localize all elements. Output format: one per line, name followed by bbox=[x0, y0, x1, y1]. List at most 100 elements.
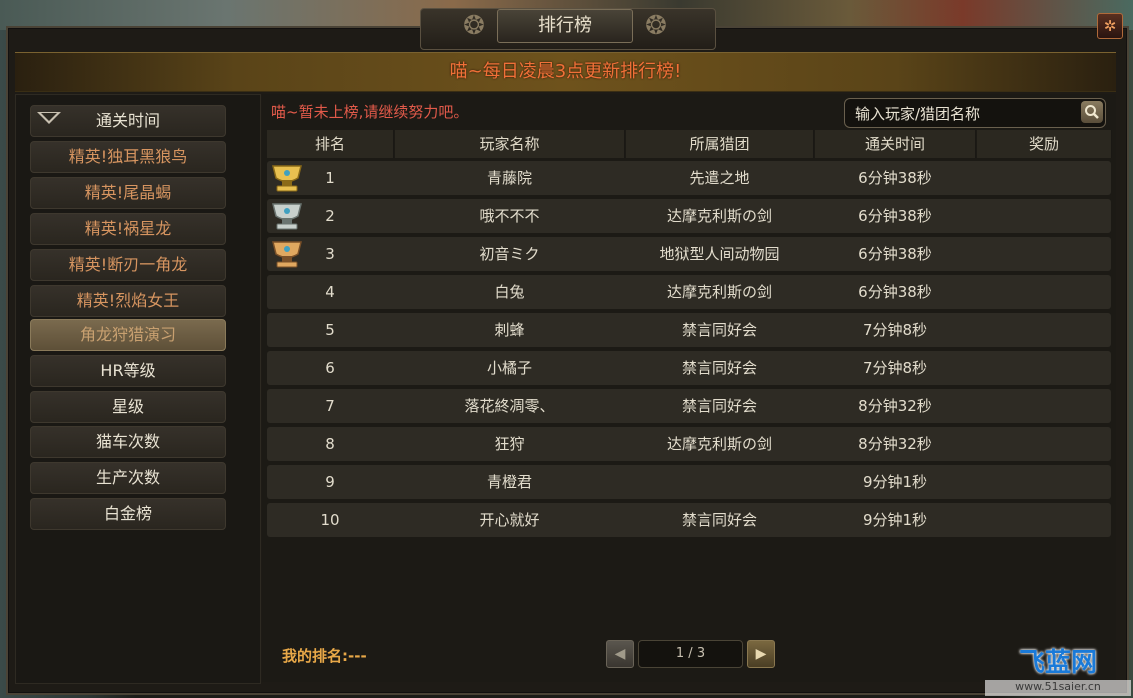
sidebar-item[interactable]: 白金榜 bbox=[30, 498, 226, 530]
cell-rank: 5 bbox=[325, 321, 335, 339]
cell-guild bbox=[626, 465, 813, 499]
sidebar-item-label: 通关时间 bbox=[95, 111, 160, 130]
sidebar-item[interactable]: 精英!烈焰女王 bbox=[30, 285, 226, 317]
cell-reward bbox=[977, 465, 1111, 499]
cell-rank: 4 bbox=[325, 283, 335, 301]
search-input[interactable] bbox=[853, 102, 1071, 126]
table-row[interactable]: 5 刺蜂 禁言同好会 7分钟8秒 bbox=[267, 313, 1111, 347]
watermark-url: www.51saier.cn bbox=[985, 680, 1131, 696]
cell-guild: 禁言同好会 bbox=[681, 511, 757, 529]
sidebar-item[interactable]: 生产次数 bbox=[30, 462, 226, 494]
sidebar-item-label: 精英!独耳黑狼鸟 bbox=[68, 147, 188, 166]
table-row[interactable]: 3 初音ミク 地狱型人间动物园 6分钟38秒 bbox=[267, 237, 1111, 271]
cell-player: 狂狩 bbox=[494, 435, 525, 453]
status-notice: 喵~暂未上榜,请继续努力吧。 bbox=[271, 103, 469, 121]
sidebar-item-label: 精英!烈焰女王 bbox=[76, 291, 180, 310]
sidebar-item[interactable]: HR等级 bbox=[30, 355, 226, 387]
cell-rank: 2 bbox=[325, 207, 335, 225]
my-rank: 我的排名:--- bbox=[282, 647, 367, 665]
cell-rank: 10 bbox=[320, 511, 340, 529]
cell-rank: 8 bbox=[325, 435, 335, 453]
cell-time: 8分钟32秒 bbox=[858, 397, 932, 415]
cell-rank: 3 bbox=[325, 245, 335, 263]
cell-reward bbox=[977, 161, 1111, 195]
ranking-panel: 喵~暂未上榜,请继续努力吧。 排名 玩家名称 所属猎团 通关时间 奖励 1 青藤院… bbox=[262, 94, 1116, 682]
column-header-guild: 所属猎团 bbox=[626, 130, 814, 158]
cell-time: 9分钟1秒 bbox=[862, 473, 928, 491]
cell-time: 9分钟1秒 bbox=[862, 511, 928, 529]
cell-guild: 达摩克利斯の剑 bbox=[666, 283, 772, 301]
table-row[interactable]: 2 哦不不不 达摩克利斯の剑 6分钟38秒 bbox=[267, 199, 1111, 233]
sidebar-item[interactable]: 精英!独耳黑狼鸟 bbox=[30, 141, 226, 173]
table-row[interactable]: 9 青橙君 9分钟1秒 bbox=[267, 465, 1111, 499]
sidebar-item[interactable]: 星级 bbox=[30, 391, 226, 423]
cell-player: 哦不不不 bbox=[479, 207, 540, 225]
sidebar-item-label: 生产次数 bbox=[95, 468, 160, 487]
cell-player: 初音ミク bbox=[479, 245, 540, 263]
table-row[interactable]: 4 白兔 达摩克利斯の剑 6分钟38秒 bbox=[267, 275, 1111, 309]
sidebar-item-label: 白金榜 bbox=[103, 504, 152, 523]
sidebar-item[interactable]: 通关时间 bbox=[30, 105, 226, 137]
cell-player: 青橙君 bbox=[486, 473, 532, 491]
sidebar-item-label: 星级 bbox=[111, 397, 144, 416]
column-header-time: 通关时间 bbox=[815, 130, 976, 158]
cell-time: 7分钟8秒 bbox=[862, 359, 928, 377]
sidebar-item-label: 精英!断刃一角龙 bbox=[68, 255, 188, 274]
ornament-right-icon: ❂ bbox=[645, 11, 667, 41]
page-indicator: 1 / 3 bbox=[638, 640, 743, 668]
cell-time: 6分钟38秒 bbox=[858, 283, 932, 301]
cell-rank: 9 bbox=[325, 473, 335, 491]
sidebar-item[interactable]: 猫车次数 bbox=[30, 426, 226, 458]
chevron-left-icon: ◀ bbox=[614, 646, 626, 662]
cell-reward bbox=[977, 503, 1111, 537]
close-button[interactable]: ✲ bbox=[1097, 13, 1123, 39]
cell-reward bbox=[977, 427, 1111, 461]
cell-rank: 7 bbox=[325, 397, 335, 415]
update-banner: 喵~每日凌晨3点更新排行榜! bbox=[15, 52, 1116, 92]
cell-player: 白兔 bbox=[494, 283, 525, 301]
table-row[interactable]: 7 落花終凋零、 禁言同好会 8分钟32秒 bbox=[267, 389, 1111, 423]
column-header-player: 玩家名称 bbox=[395, 130, 625, 158]
chevron-right-icon: ▶ bbox=[755, 646, 767, 662]
cell-guild: 地狱型人间动物园 bbox=[659, 245, 780, 263]
cell-time: 6分钟38秒 bbox=[858, 207, 932, 225]
cell-rank: 1 bbox=[325, 169, 335, 187]
table-row[interactable]: 10 开心就好 禁言同好会 9分钟1秒 bbox=[267, 503, 1111, 537]
window-title: 排行榜 bbox=[497, 9, 633, 43]
prev-page-button[interactable]: ◀ bbox=[606, 640, 634, 668]
search-button[interactable] bbox=[1081, 101, 1103, 123]
column-header-rank: 排名 bbox=[267, 130, 394, 158]
next-page-button[interactable]: ▶ bbox=[747, 640, 775, 668]
search-box bbox=[844, 98, 1106, 128]
category-sidebar: 通关时间精英!独耳黑狼鸟 精英!尾晶蝎精英!祸星龙精英!断刃一角龙 精英!烈焰女王角… bbox=[15, 94, 261, 684]
column-header-reward: 奖励 bbox=[977, 130, 1112, 158]
sidebar-item[interactable]: 精英!尾晶蝎 bbox=[30, 177, 226, 209]
cell-guild: 达摩克利斯の剑 bbox=[666, 435, 772, 453]
close-icon: ✲ bbox=[1103, 17, 1117, 35]
cell-time: 6分钟38秒 bbox=[858, 169, 932, 187]
cell-guild: 先遣之地 bbox=[689, 169, 750, 187]
cell-guild: 禁言同好会 bbox=[681, 359, 757, 377]
sidebar-item[interactable]: 角龙狩猎演习 bbox=[30, 319, 226, 351]
cell-player: 刺蜂 bbox=[494, 321, 525, 339]
sidebar-item-label: 精英!尾晶蝎 bbox=[84, 183, 172, 202]
sidebar-item[interactable]: 精英!断刃一角龙 bbox=[30, 249, 226, 281]
cell-reward bbox=[977, 237, 1111, 271]
sidebar-item-label: 猫车次数 bbox=[95, 432, 160, 451]
table-row[interactable]: 6 小橘子 禁言同好会 7分钟8秒 bbox=[267, 351, 1111, 385]
search-icon bbox=[1085, 105, 1099, 119]
table-row[interactable]: 8 狂狩 达摩克利斯の剑 8分钟32秒 bbox=[267, 427, 1111, 461]
sidebar-item[interactable]: 精英!祸星龙 bbox=[30, 213, 226, 245]
cell-rank: 6 bbox=[325, 359, 335, 377]
cell-player: 青藤院 bbox=[486, 169, 532, 187]
sidebar-item-label: HR等级 bbox=[100, 361, 156, 380]
cell-time: 6分钟38秒 bbox=[858, 245, 932, 263]
table-row[interactable]: 1 青藤院 先遣之地 6分钟38秒 bbox=[267, 161, 1111, 195]
table-header: 排名 玩家名称 所属猎团 通关时间 奖励 bbox=[267, 130, 1112, 158]
cell-player: 开心就好 bbox=[479, 511, 540, 529]
watermark-logo: 飞蓝网 bbox=[1018, 648, 1097, 678]
cell-reward bbox=[977, 199, 1111, 233]
cell-reward bbox=[977, 313, 1111, 347]
cell-reward bbox=[977, 351, 1111, 385]
cell-time: 7分钟8秒 bbox=[862, 321, 928, 339]
